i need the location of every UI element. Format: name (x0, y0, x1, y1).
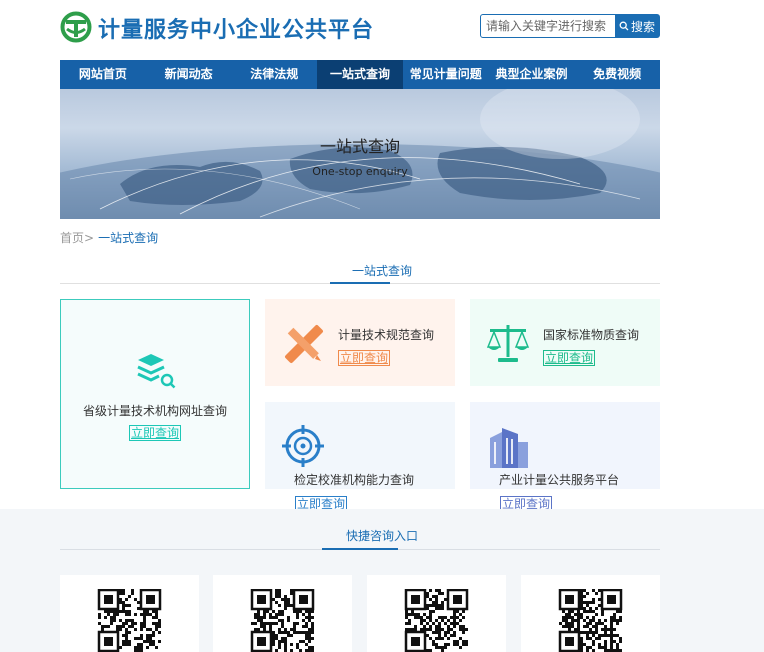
nav-item-faq[interactable]: 常见计量问题 (403, 60, 489, 89)
qr-card[interactable] (521, 575, 660, 652)
query-card-tech-spec[interactable]: 计量技术规范查询 立即查询 (265, 299, 455, 386)
banner-title: 一站式查询 (319, 137, 400, 156)
query-card-provincial[interactable]: 省级计量技术机构网址查询 立即查询 (60, 299, 250, 489)
site-logo-icon[interactable] (60, 11, 92, 43)
site-title[interactable]: 计量服务中小企业公共平台 (98, 12, 374, 44)
scales-icon (486, 325, 530, 362)
nav-item-home[interactable]: 网站首页 (60, 60, 146, 89)
card-label: 国家标准物质查询 (543, 328, 640, 342)
buildings-icon (490, 428, 528, 468)
nav-item-news[interactable]: 新闻动态 (146, 60, 232, 89)
section-title-query: 一站式查询 (351, 264, 412, 278)
search-button[interactable]: 搜索 (615, 15, 659, 37)
qr-code-icon (404, 589, 469, 652)
nav-item-one-stop-query[interactable]: 一站式查询 (317, 60, 403, 89)
target-icon (282, 425, 324, 467)
qr-card[interactable] (367, 575, 506, 652)
query-now-button[interactable]: 立即查询 (129, 425, 182, 441)
breadcrumb: 首页> 一站式查询 (60, 229, 158, 246)
site-header: 计量服务中小企业公共平台 搜索 (0, 0, 764, 60)
qr-card[interactable] (213, 575, 352, 652)
breadcrumb-home[interactable]: 首页 (60, 231, 84, 245)
qr-code-icon (97, 589, 162, 652)
ruler-pencil-icon (285, 325, 323, 363)
nav-item-videos[interactable]: 免费视频 (574, 60, 660, 89)
stack-search-icon (137, 354, 176, 389)
card-label: 省级计量技术机构网址查询 (82, 404, 227, 418)
search-input[interactable] (481, 15, 615, 37)
qr-card[interactable] (60, 575, 199, 652)
card-label: 检定校准机构能力查询 (294, 473, 415, 487)
breadcrumb-separator: > (84, 231, 95, 245)
page-banner: 一站式查询 One-stop enquiry (60, 89, 660, 219)
main-nav: 网站首页 新闻动态 法律法规 一站式查询 常见计量问题 典型企业案例 免费视频 (60, 60, 660, 89)
nav-item-laws[interactable]: 法律法规 (231, 60, 317, 89)
breadcrumb-current: 一站式查询 (98, 231, 159, 245)
section-title-underline (330, 282, 390, 284)
search-icon (619, 21, 629, 31)
query-now-button[interactable]: 立即查询 (338, 350, 391, 366)
card-label: 产业计量公共服务平台 (499, 473, 620, 487)
section-title-consult: 快捷咨询入口 (345, 529, 418, 543)
search-button-label: 搜索 (630, 19, 655, 34)
qr-code-icon (558, 589, 623, 652)
qr-code-icon (250, 589, 315, 652)
search-box: 搜索 (480, 14, 660, 38)
query-now-button[interactable]: 立即查询 (543, 350, 596, 366)
nav-item-cases[interactable]: 典型企业案例 (489, 60, 575, 89)
banner-subtitle: One-stop enquiry (312, 165, 408, 178)
query-card-standard-materials[interactable]: 国家标准物质查询 立即查询 (470, 299, 660, 386)
card-label: 计量技术规范查询 (338, 328, 435, 342)
section-title-underline (322, 548, 398, 550)
